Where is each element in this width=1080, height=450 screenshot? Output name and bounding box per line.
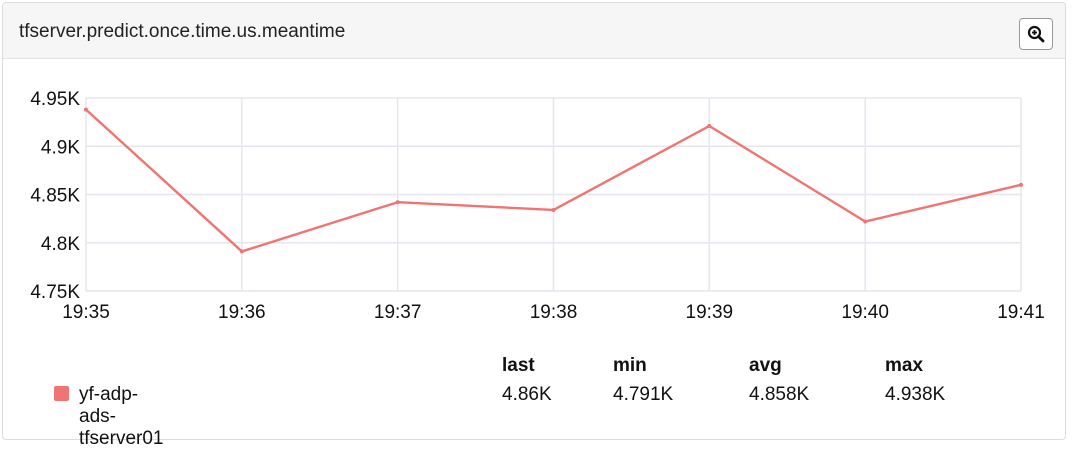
y-tick-label: 4.75K: [30, 282, 80, 303]
x-tick-label: 19:39: [686, 302, 734, 323]
legend-value-max: 4.938K: [885, 384, 946, 405]
y-tick-label: 4.8K: [41, 234, 80, 255]
legend-header-avg: avg: [749, 355, 782, 376]
legend-header-max: max: [885, 355, 924, 376]
x-tick-label: 19:37: [374, 302, 422, 323]
data-point: [1019, 182, 1023, 187]
legend-value-last: 4.86K: [502, 384, 552, 405]
data-point: [395, 200, 400, 205]
y-tick-label: 4.85K: [30, 186, 80, 207]
data-point: [84, 107, 88, 112]
legend-series-name[interactable]: yf-adp-ads-tfserver01: [79, 384, 163, 450]
legend-value-avg: 4.858K: [749, 384, 810, 405]
y-tick-label: 4.9K: [41, 137, 80, 158]
x-tick-label: 19:38: [530, 302, 578, 323]
x-tick-label: 19:41: [997, 302, 1045, 323]
x-tick-label: 19:36: [218, 302, 266, 323]
y-axis: 4.75K 4.8K 4.85K 4.9K 4.95K: [30, 89, 80, 303]
data-point: [551, 207, 556, 212]
data-point: [707, 123, 712, 128]
data-point: [863, 219, 868, 224]
line-chart: 4.75K4.8K4.85K4.9K4.95K 19:35 19:36 19:37 1…: [30, 89, 1045, 323]
x-tick-label: 19:40: [841, 302, 889, 323]
x-axis: 19:35 19:36 19:37 19:38 19:39 19:40 19:41: [62, 302, 1045, 323]
y-tick-label: 4.95K: [30, 89, 80, 110]
legend-header-last: last: [502, 355, 535, 376]
legend-swatch[interactable]: [54, 386, 69, 401]
legend-value-min: 4.791K: [613, 384, 674, 405]
data-point: [239, 249, 244, 254]
legend-header-min: min: [613, 355, 647, 376]
grid: [85, 97, 1022, 292]
x-tick-label: 19:35: [62, 302, 110, 323]
